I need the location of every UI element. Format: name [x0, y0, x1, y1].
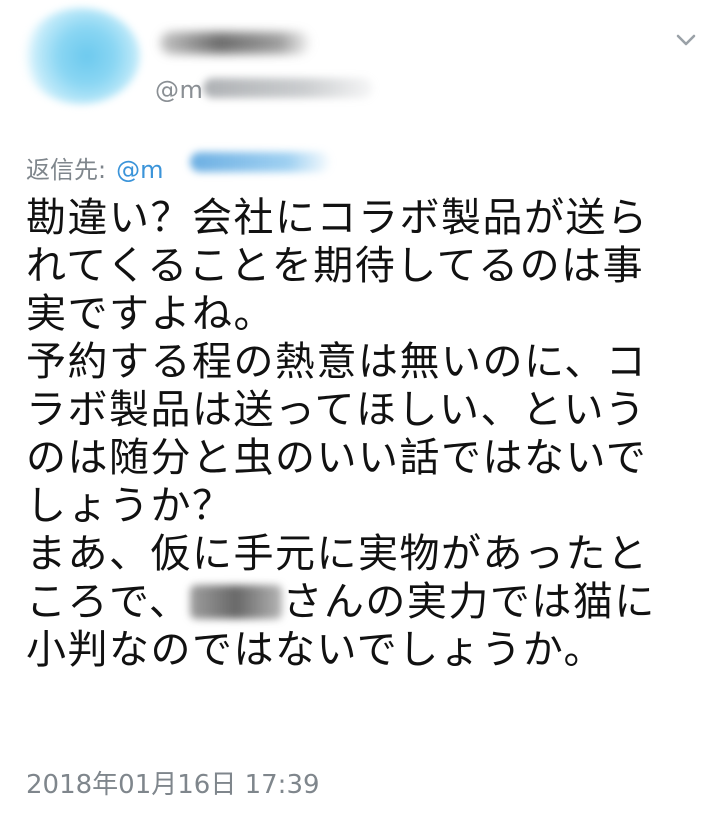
- tweet-text-fragment: さんの実力では猫に: [282, 579, 656, 625]
- tweet-text-line: 実ですよね。: [26, 291, 275, 337]
- tweet-text-line: まあ、仮に手元に実物があったと: [26, 531, 649, 577]
- tweet-text-fragment: ころで、: [26, 579, 191, 625]
- tweet-text: 勘違い？会社にコラボ製品が送ら れてくることを期待してるのは事 実ですよね。 予…: [26, 194, 706, 674]
- tweet-text-line: ころで、 さんの実力では猫に: [26, 578, 706, 626]
- tweet-text-line: しょうか？: [26, 483, 234, 529]
- tweet-text-line: 勘違い？会社にコラボ製品が送ら: [26, 195, 649, 241]
- chevron-down-icon[interactable]: [672, 26, 700, 54]
- tweet-text-line: 小判なのではないでしょうか。: [26, 627, 605, 673]
- tweet-timestamp[interactable]: 2018年01月16日 17:39: [26, 764, 320, 801]
- name-redacted: [190, 585, 283, 619]
- avatar[interactable]: [22, 8, 140, 104]
- display-name-redacted[interactable]: [160, 32, 310, 54]
- tweet: @m 返信先: @m 勘違い？会社にコラボ製品が送ら れてくることを期待してるのは…: [0, 0, 720, 820]
- reply-to-handle[interactable]: @m: [116, 156, 163, 184]
- user-handle-redacted: [203, 78, 373, 98]
- tweet-text-line: 予約する程の熱意は無いのに、コ: [26, 339, 648, 385]
- tweet-text-line: のは随分と虫のいい話ではないで: [26, 435, 648, 481]
- reply-to-label: 返信先:: [26, 156, 107, 184]
- tweet-text-line: れてくることを期待してるのは事: [26, 243, 645, 289]
- reply-to-row: 返信先: @m: [26, 150, 163, 185]
- reply-handle-redacted: [190, 152, 330, 172]
- tweet-text-line: ラボ製品は送ってほしい、という: [26, 387, 647, 433]
- user-handle[interactable]: @m: [155, 76, 203, 104]
